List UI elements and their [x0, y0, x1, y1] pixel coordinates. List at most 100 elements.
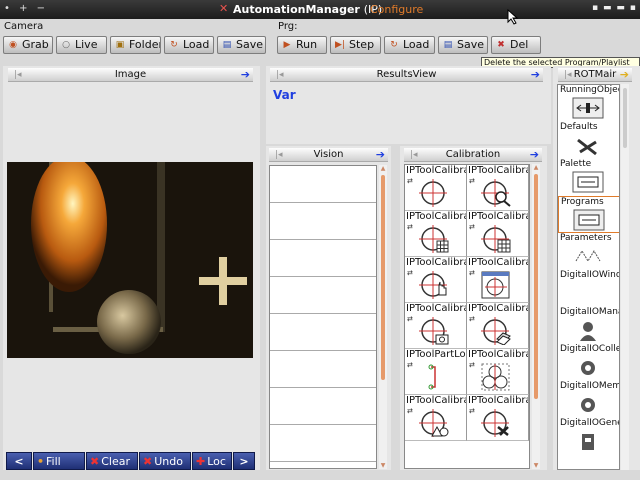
list-item[interactable]	[270, 166, 376, 203]
image-panel-title: Image	[114, 69, 147, 80]
list-item[interactable]	[270, 203, 376, 240]
pin-icon[interactable]: |◂	[410, 149, 418, 162]
pin-icon[interactable]: |◂	[14, 69, 22, 82]
close-icon[interactable]: ✕	[219, 2, 228, 15]
list-item-digital-io-manager[interactable]: DigitalIOMana	[558, 307, 619, 344]
list-item[interactable]	[270, 314, 376, 351]
scroll-down-icon[interactable]: ▼	[532, 462, 540, 469]
clear-button[interactable]: ✖ Clear	[86, 452, 138, 470]
scroll-up-icon[interactable]: ▲	[532, 164, 540, 171]
gear-icon	[581, 361, 595, 375]
link-icon: ⇄	[469, 407, 475, 415]
expand-arrow-icon[interactable]: ➔	[530, 148, 539, 161]
list-item-digital-io-window[interactable]: DigitalIOWindo	[558, 270, 619, 307]
list-item-defaults[interactable]: Defaults	[558, 122, 619, 159]
pin-icon[interactable]: |◂	[276, 69, 284, 82]
link-icon: ⇄	[469, 177, 475, 185]
list-item[interactable]	[270, 351, 376, 388]
pin-icon[interactable]: |◂	[275, 149, 283, 162]
calibration-scrollbar[interactable]: ▲ ▼	[532, 164, 540, 469]
results-panel-header: |◂ ResultsView ➔	[270, 68, 543, 82]
delete-icon: ✖	[497, 40, 505, 50]
live-icon: ○	[62, 40, 70, 50]
calibration-tool-item[interactable]: IPToolPartLoc ⇄	[405, 349, 467, 395]
programs-icon	[573, 209, 605, 231]
calibration-tool-item[interactable]: IPToolCalibra ⇄	[405, 303, 467, 349]
program-load-button[interactable]: ↻ Load	[384, 36, 435, 54]
vision-list[interactable]	[269, 165, 377, 469]
list-item-digital-io-memory[interactable]: DigitalIOMemo	[558, 381, 619, 418]
undo-button[interactable]: ✖ Undo	[139, 452, 191, 470]
calibration-tool-item[interactable]: IPToolCalibra ⇄	[405, 165, 467, 211]
calibration-tool-item[interactable]: IPToolCalibra ⇄	[467, 349, 529, 395]
stack-target-icon	[481, 317, 511, 345]
calibration-panel-header: |◂ Calibration ➔	[404, 148, 542, 162]
pin-icon[interactable]: |◂	[564, 69, 572, 82]
tools-target-icon	[481, 409, 509, 437]
fill-icon: •	[37, 455, 45, 468]
list-item[interactable]	[270, 425, 376, 462]
expand-arrow-icon[interactable]: ➔	[531, 68, 540, 81]
list-item-running-object[interactable]: RunningObject	[558, 85, 619, 122]
calibration-tool-item[interactable]: IPToolCalibra ⇄	[467, 395, 529, 441]
next-arrow-button[interactable]: >	[233, 452, 255, 470]
delete-button[interactable]: ✖ Del	[491, 36, 541, 54]
calibration-tool-item[interactable]: IPToolCalibra ⇄	[467, 165, 529, 211]
scroll-up-icon[interactable]: ▲	[379, 165, 387, 172]
camera-load-button[interactable]: ↻ Load	[164, 36, 214, 54]
step-button[interactable]: ▶| Step	[330, 36, 381, 54]
list-item-digital-io-generator[interactable]: DigitalIOGene	[558, 418, 619, 455]
list-item[interactable]	[270, 240, 376, 277]
list-item-palette[interactable]: Palette	[558, 159, 619, 196]
calibration-tool-item[interactable]: IPToolCalibra ⇄	[467, 257, 529, 303]
link-icon: ⇄	[407, 315, 413, 323]
window-tray-icons[interactable]: ▪ ▬ ▬ ▪	[592, 3, 637, 13]
configure-link[interactable]: Configure	[370, 3, 423, 16]
program-group-label: Prg:	[278, 21, 298, 32]
list-item-digital-io-collection[interactable]: DigitalIOColle	[558, 344, 619, 381]
camera-image[interactable]	[7, 162, 253, 358]
play-icon: ▶	[283, 40, 291, 50]
previous-arrow-button[interactable]: <	[6, 452, 32, 470]
run-button[interactable]: ▶ Run	[277, 36, 327, 54]
expand-arrow-icon[interactable]: ➔	[376, 148, 385, 161]
person-icon	[580, 322, 596, 341]
loc-button[interactable]: ✚ Loc	[192, 452, 232, 470]
folder-button[interactable]: ▣ Folder	[110, 36, 161, 54]
loc-icon: ✚	[196, 455, 206, 468]
scroll-thumb[interactable]	[381, 175, 385, 380]
parameters-icon	[575, 250, 601, 262]
window-controls[interactable]: • + −	[4, 3, 48, 14]
load-icon: ↻	[390, 40, 398, 50]
expand-arrow-icon[interactable]: ➔	[620, 68, 629, 81]
calibration-tool-item[interactable]: IPToolCalibra ⇄	[467, 303, 529, 349]
calibration-tool-item[interactable]: IPToolCalibra ⇄	[405, 211, 467, 257]
link-icon: ⇄	[469, 269, 475, 277]
expand-arrow-icon[interactable]: ➔	[241, 68, 250, 81]
save-icon: ▤	[443, 40, 453, 50]
list-item-parameters[interactable]: Parameters	[558, 233, 619, 270]
scroll-down-icon[interactable]: ▼	[379, 462, 387, 469]
live-button[interactable]: ○ Live	[56, 36, 107, 54]
camera-icon: ◉	[9, 40, 17, 50]
grab-button[interactable]: ◉ Grab	[3, 36, 53, 54]
vision-scrollbar[interactable]: ▲ ▼	[379, 165, 387, 469]
list-item-programs[interactable]: Programs	[558, 196, 619, 233]
list-item[interactable]	[270, 388, 376, 425]
multi-circle-icon	[481, 363, 510, 391]
list-item[interactable]	[270, 277, 376, 314]
calibration-tool-item[interactable]: IPToolCalibra ⇄	[405, 395, 467, 441]
camera-save-button[interactable]: ▤ Save	[217, 36, 266, 54]
right-scrollbar[interactable]	[621, 84, 629, 470]
folder-icon: ▣	[115, 40, 125, 50]
link-icon: ⇄	[407, 177, 413, 185]
calibration-tool-item[interactable]: IPToolCalibra ⇄	[467, 211, 529, 257]
calibration-tool-item[interactable]: IPToolCalibra ⇄	[405, 257, 467, 303]
clear-icon: ✖	[90, 455, 100, 468]
program-save-button[interactable]: ▤ Save	[438, 36, 488, 54]
scroll-thumb[interactable]	[534, 174, 538, 399]
grid-target-icon	[481, 225, 511, 253]
fill-button[interactable]: • Fill	[33, 452, 85, 470]
right-panel-header: |◂ ROTMair ➔	[558, 68, 632, 82]
scroll-thumb[interactable]	[623, 88, 627, 148]
